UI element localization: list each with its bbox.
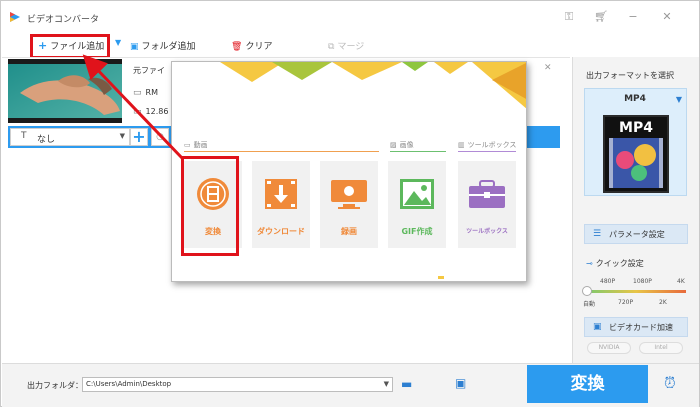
category-video-divider <box>184 151 379 152</box>
popup-footer-accent <box>438 276 444 279</box>
nvidia-chip: NVIDIA <box>587 342 631 354</box>
highlight-add-file <box>30 34 110 59</box>
alarm-clock-icon[interactable]: ⏰︎ <box>664 374 676 392</box>
parameter-settings-label: パラメータ設定 <box>609 230 665 239</box>
video-thumbnail[interactable] <box>8 59 122 123</box>
file-name: 元ファイ <box>133 66 165 75</box>
category-toolbox: ▥ ツールボックス <box>458 140 516 150</box>
quick-settings-icon: ⊸ <box>586 259 593 268</box>
chevron-down-icon: ▼ <box>119 132 125 140</box>
subtitle-value: なし <box>37 135 56 145</box>
image-icon <box>400 179 434 209</box>
clear-label: クリア <box>245 42 273 52</box>
minimize-icon[interactable]: − <box>627 11 639 23</box>
chip-icon: ▣ <box>593 322 602 332</box>
quality-slider-knob[interactable] <box>582 286 592 296</box>
folder-icon: ▣ <box>130 42 139 52</box>
toolbox-icon <box>469 180 505 208</box>
quick-settings-label: クイック設定 <box>595 259 644 268</box>
close-icon[interactable]: ✕ <box>661 11 673 23</box>
add-folder-button[interactable]: ▣ フォルダ追加 <box>130 39 196 52</box>
video-category-icon: ▭ <box>184 141 191 149</box>
toolbox-tile[interactable]: ツールボックス <box>458 161 516 248</box>
category-image-divider <box>390 151 446 152</box>
merge-button[interactable]: ⧉ マージ <box>328 39 364 52</box>
file-size: 12.86 <box>145 107 169 116</box>
file-format-row: ▭ RM <box>133 88 158 98</box>
highlight-convert-tile <box>181 156 239 256</box>
output-folder-path: C:\Users\Admin\Desktop <box>86 380 172 388</box>
add-file-dropdown-icon[interactable]: ▼ <box>115 38 121 47</box>
parameter-settings-button[interactable]: ☰ パラメータ設定 <box>584 224 688 244</box>
toolbox-tile-label: ツールボックス <box>466 228 508 235</box>
file-size-icon: ▭ <box>133 107 142 117</box>
category-toolbox-divider <box>458 151 516 152</box>
screen-record-tile[interactable]: 録画 <box>320 161 378 248</box>
file-size-row: ▭ 12.86 <box>133 107 168 117</box>
app-logo-icon <box>10 12 20 22</box>
format-selector[interactable]: MP4 ▼ MP4 <box>584 88 687 196</box>
res-2k: 2K <box>659 299 667 306</box>
file-format: RM <box>145 88 158 97</box>
chevron-down-icon[interactable]: ▼ <box>384 378 389 391</box>
add-folder-label: フォルダ追加 <box>141 42 196 52</box>
category-toolbox-label: ツールボックス <box>467 141 517 149</box>
intel-chip: Intel <box>639 342 683 354</box>
res-1080p: 1080P <box>633 278 652 285</box>
output-folder-label: 出力フォルダ： <box>27 381 83 390</box>
chevron-down-icon: ▼ <box>675 95 682 104</box>
window-title: ビデオコンバータ <box>27 15 100 25</box>
merge-icon: ⧉ <box>328 42 335 52</box>
audio-track-button[interactable]: ◷ <box>151 128 169 146</box>
gif-maker-tile[interactable]: GIF作成 <box>388 161 446 248</box>
toolbox-category-icon: ▥ <box>458 141 465 149</box>
download-tile[interactable]: ダウンロード <box>252 161 310 248</box>
image-category-icon: ▨ <box>390 141 397 149</box>
app-window: ビデオコンバータ ⚿ 🛒︎ − ✕ + ファイル追加 ▼ ▣ フォルダ追加 🗑︎ クリ… <box>0 0 700 407</box>
clear-button[interactable]: 🗑︎ クリア <box>231 39 272 52</box>
download-icon <box>265 179 297 209</box>
category-image: ▨ 画像 <box>390 140 414 150</box>
add-subtitle-button[interactable]: + <box>130 128 148 146</box>
key-icon[interactable]: ⚿ <box>563 11 575 23</box>
sliders-icon: ☰ <box>593 229 602 239</box>
res-480p: 480P <box>600 278 616 285</box>
category-image-label: 画像 <box>399 141 414 149</box>
category-video-label: 動画 <box>193 141 208 149</box>
quick-settings-title: ⊸ クイック設定 <box>586 258 644 269</box>
output-panel: 出力フォーマットを選択 MP4 ▼ MP4 ☰ パラメータ設定 ⊸ クイック設定 … <box>572 57 699 363</box>
remove-file-icon[interactable]: ✕ <box>544 63 552 73</box>
gpu-acceleration-label: ビデオカード加速 <box>609 323 673 332</box>
open-folder-icon[interactable]: ▬ <box>401 377 412 391</box>
mp4-format-icon: MP4 <box>603 115 669 193</box>
preview-folder-icon[interactable]: ▣ <box>455 376 466 390</box>
title-bar: ビデオコンバータ ⚿ 🛒︎ − ✕ <box>1 1 699 33</box>
video-file-icon: ▭ <box>133 88 142 98</box>
screen-record-icon <box>331 180 367 209</box>
merge-label: マージ <box>337 42 365 52</box>
convert-button[interactable]: 変換 <box>527 365 648 403</box>
quality-slider-track[interactable] <box>586 290 686 293</box>
popup-header-graphic <box>220 62 526 109</box>
gpu-acceleration-button[interactable]: ▣ ビデオカード加速 <box>584 317 688 337</box>
res-720p: 720P <box>618 299 634 306</box>
cart-icon[interactable]: 🛒︎ <box>594 11 608 23</box>
category-video: ▭ 動画 <box>184 140 208 150</box>
subtitle-select[interactable]: T なし ▼ <box>10 128 130 146</box>
output-format-title: 出力フォーマットを選択 <box>586 71 674 80</box>
format-name: MP4 <box>624 94 646 104</box>
bottom-bar: 出力フォルダ： C:\Users\Admin\Desktop ▼ ▬ ▣ 変換 … <box>2 363 699 407</box>
screen-record-tile-label: 録画 <box>341 227 357 236</box>
gif-maker-tile-label: GIF作成 <box>401 227 433 236</box>
res-auto: 自動 <box>583 301 596 308</box>
download-tile-label: ダウンロード <box>257 227 305 236</box>
res-4k: 4K <box>677 278 685 285</box>
trash-icon: 🗑︎ <box>231 42 243 52</box>
text-icon: T <box>21 131 27 141</box>
svg-text:MP4: MP4 <box>619 120 653 136</box>
output-folder-field[interactable]: C:\Users\Admin\Desktop ▼ <box>82 377 393 392</box>
